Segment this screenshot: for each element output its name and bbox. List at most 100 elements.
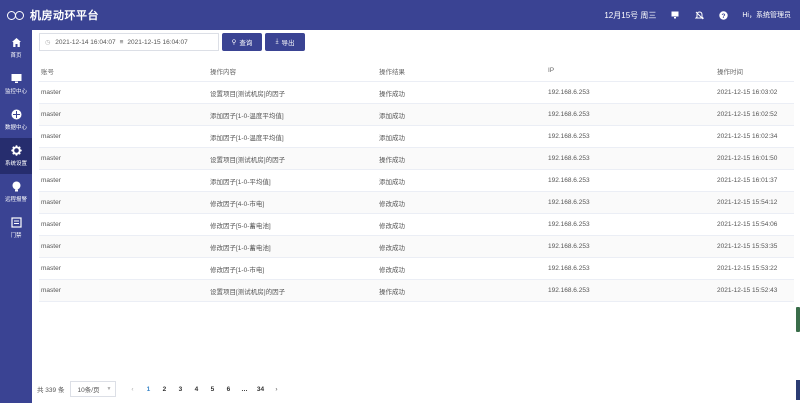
query-label: 查询: [239, 40, 253, 47]
query-button[interactable]: ⚲ 查询: [222, 33, 262, 51]
sidebar-item-door[interactable]: 门禁: [0, 210, 32, 246]
column-header: 账号: [41, 68, 54, 76]
table-cell: 2021-12-15 15:53:35: [717, 243, 778, 250]
sidebar-item-home[interactable]: 首页: [0, 30, 32, 66]
table-cell: 2021-12-15 16:02:52: [717, 111, 778, 118]
sidebar-item-label: 数据中心: [4, 125, 27, 131]
table-cell: 192.168.6.253: [548, 155, 590, 162]
table-cell: 2021-12-15 15:52:43: [717, 287, 778, 294]
table-cell: 修改成功: [379, 266, 405, 274]
column-header: 操作结果: [379, 68, 405, 76]
table-cell: 192.168.6.253: [548, 111, 590, 118]
page-number[interactable]: 34: [252, 386, 268, 393]
table-cell: 设置项目[测试机房]的因子: [210, 90, 286, 98]
operation-log-table: 账号 操作内容 操作结果 IP 操作时间 master 设置项目[测试机房]的因子…: [39, 60, 794, 302]
page-number[interactable]: 5: [204, 386, 220, 393]
end-date[interactable]: 2021-12-15 16:04:07: [127, 39, 187, 46]
table-cell: 操作成功: [379, 288, 405, 296]
main-content: ◷ 2021-12-14 16:04:07 ≡ 2021-12-15 16:04…: [32, 30, 800, 403]
page-number[interactable]: 1: [140, 386, 156, 393]
date-range-picker[interactable]: ◷ 2021-12-14 16:04:07 ≡ 2021-12-15 16:04…: [39, 33, 219, 51]
column-header: 操作时间: [717, 68, 743, 76]
sidebar-item-label: 监控中心: [4, 89, 27, 95]
table-cell: 192.168.6.253: [548, 177, 590, 184]
page-number[interactable]: 6: [220, 386, 236, 393]
page-number[interactable]: 4: [188, 386, 204, 393]
table-cell: master: [41, 243, 61, 250]
table-cell: 192.168.6.253: [548, 221, 590, 228]
table-cell: 设置项目[测试机房]的因子: [210, 156, 286, 164]
sidebar-item-monitor[interactable]: 监控中心: [0, 66, 32, 102]
table-cell: 修改成功: [379, 222, 405, 230]
column-header: 操作内容: [210, 68, 236, 76]
table-cell: 192.168.6.253: [548, 265, 590, 272]
table-cell: master: [41, 265, 61, 272]
pagination: 共 339 条 10条/页 ▼ ‹ 1 2 3 4 5 6… 34 ›: [37, 381, 284, 397]
table-cell: 192.168.6.253: [548, 287, 590, 294]
table-cell: master: [41, 155, 61, 162]
sidebar-item-settings[interactable]: 系统设置: [0, 138, 32, 174]
table-row: master 设置项目[测试机房]的因子 操作成功 192.168.6.253 2021…: [39, 82, 794, 104]
page-ellipsis[interactable]: …: [236, 386, 252, 393]
app-title: 机房动环平台: [30, 10, 99, 22]
table-row: master 修改因子[5-0-蓄电池] 修改成功 192.168.6.253 2021…: [39, 214, 794, 236]
next-page-button[interactable]: ›: [268, 386, 284, 393]
table-row: master 添加因子[1-0-平均值] 添加成功 192.168.6.253 2021…: [39, 170, 794, 192]
prev-page-button[interactable]: ‹: [124, 386, 140, 393]
table-cell: 192.168.6.253: [548, 133, 590, 140]
monitor-icon: [11, 73, 22, 84]
alarm-icon: [11, 181, 22, 192]
sidebar-item-label: 系统设置: [4, 161, 27, 167]
table-cell: master: [41, 89, 61, 96]
table-cell: 设置项目[测试机房]的因子: [210, 288, 286, 296]
sidebar-item-label: 门禁: [10, 233, 22, 239]
header-right: 12月15号 周三 ? Hi，系统管理员: [604, 0, 800, 30]
table-cell: 修改成功: [379, 200, 405, 208]
table-row: master 修改因子[1-0-蓄电池] 修改成功 192.168.6.253 2021…: [39, 236, 794, 258]
help-icon[interactable]: ?: [718, 10, 728, 20]
page-number[interactable]: 3: [172, 386, 188, 393]
start-date[interactable]: 2021-12-14 16:04:07: [55, 39, 115, 46]
door-icon: [10, 217, 22, 228]
table-cell: 添加因子[1-0-温度平均值]: [210, 112, 284, 120]
sidebar-item-data[interactable]: 数据中心: [0, 102, 32, 138]
table-cell: 添加成功: [379, 178, 405, 186]
export-button[interactable]: ⤓ 导出: [265, 33, 305, 51]
table-cell: 2021-12-15 15:54:06: [717, 221, 778, 228]
table-cell: 修改因子[1-0-市电]: [210, 266, 265, 274]
table-cell: 操作成功: [379, 90, 405, 98]
sidebar: 首页 监控中心 数据中心 系统设置 远程报警 门禁: [0, 30, 32, 403]
table-cell: master: [41, 177, 61, 184]
top-bar: 机房动环平台 12月15号 周三 ? Hi，系统管理员: [0, 0, 800, 30]
user-greeting[interactable]: Hi，系统管理员: [742, 10, 791, 20]
table-cell: 添加成功: [379, 134, 405, 142]
bell-off-icon[interactable]: [694, 10, 704, 20]
table-header: 账号 操作内容 操作结果 IP 操作时间: [39, 60, 794, 82]
clock-icon: ◷: [45, 39, 51, 46]
table-cell: 修改成功: [379, 244, 405, 252]
table-cell: master: [41, 133, 61, 140]
table-cell: 2021-12-15 15:53:22: [717, 265, 778, 272]
table-cell: 2021-12-15 16:03:02: [717, 89, 778, 96]
table-cell: 192.168.6.253: [548, 199, 590, 206]
screen-icon[interactable]: [670, 10, 680, 20]
logo: 机房动环平台: [7, 7, 99, 23]
table-row: master 添加因子[1-0-温度平均值] 添加成功 192.168.6.253 20…: [39, 126, 794, 148]
sidebar-item-label: 远程报警: [4, 197, 27, 203]
svg-text:?: ?: [721, 13, 725, 20]
home-icon: [11, 37, 22, 48]
table-cell: 修改因子[1-0-蓄电池]: [210, 244, 271, 252]
side-float-handle[interactable]: [796, 307, 800, 332]
table-row: master 添加因子[1-0-温度平均值] 添加成功 192.168.6.253 20…: [39, 104, 794, 126]
download-icon: ⤓: [275, 38, 279, 45]
table-row: master 设置项目[测试机房]的因子 操作成功 192.168.6.253 2021…: [39, 148, 794, 170]
gear-icon: [10, 145, 22, 156]
sidebar-item-alarm[interactable]: 远程报警: [0, 174, 32, 210]
table-cell: 操作成功: [379, 156, 405, 164]
page-number[interactable]: 2: [156, 386, 172, 393]
table-cell: 2021-12-15 16:01:50: [717, 155, 778, 162]
table-cell: 添加成功: [379, 112, 405, 120]
chevron-down-icon: ▼: [106, 386, 112, 392]
side-scroll-marker: [796, 380, 800, 400]
page-size-select[interactable]: 10条/页 ▼: [70, 381, 117, 397]
